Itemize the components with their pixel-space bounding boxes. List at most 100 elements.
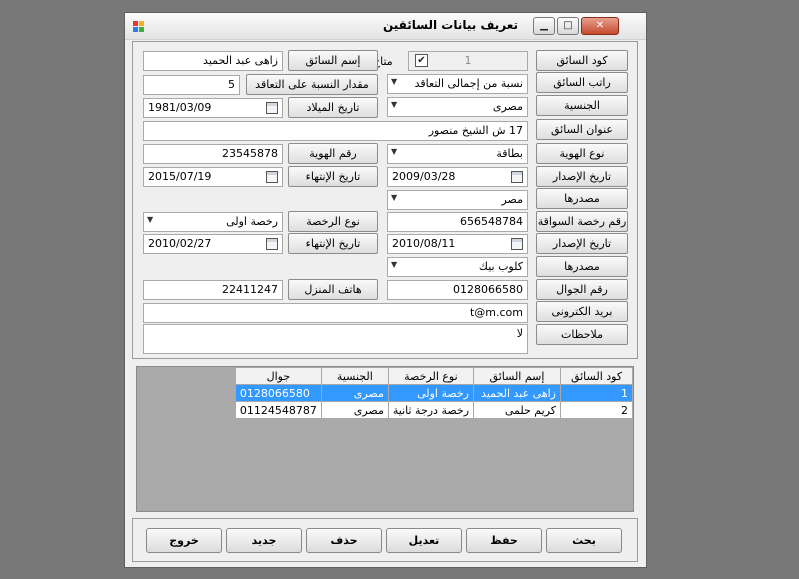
license-type-label: نوع الرخصة: [288, 211, 378, 232]
id-issue-date-picker[interactable]: 2009/03/28: [387, 167, 528, 187]
cell-license-type[interactable]: رخصة درجة ثانية: [387, 401, 475, 419]
license-expiry-date-value: 2010/02/27: [148, 237, 212, 250]
license-number-label: رقم رخصة السواقة: [536, 211, 628, 232]
nationality-label: الجنسية: [536, 95, 628, 116]
id-type-label: نوع الهوية: [536, 143, 628, 164]
driver-name-label: إسم السائق: [288, 50, 378, 71]
notes-field[interactable]: لا: [143, 324, 528, 354]
cell-license-type[interactable]: رخصة اولى: [387, 384, 475, 402]
salary-label: راتب السائق: [536, 72, 628, 93]
cell-nationality[interactable]: مصرى: [320, 384, 389, 402]
mobile-field[interactable]: 0128066580: [387, 280, 528, 300]
notes-label: ملاحظات: [536, 324, 628, 345]
salary-value: نسبة من إجمالى التعاقد: [414, 77, 523, 90]
license-source-combo[interactable]: كلوب بيك ▼: [387, 257, 528, 277]
cell-mobile[interactable]: 01124548787: [234, 401, 322, 419]
checkmark-icon: ✔: [417, 55, 426, 66]
calendar-icon[interactable]: [266, 171, 278, 183]
chevron-down-icon[interactable]: ▼: [391, 260, 397, 269]
exit-button[interactable]: خروج: [146, 528, 222, 553]
new-button[interactable]: جديد: [226, 528, 302, 553]
window-title: تعريف بيانات السائقين: [382, 18, 518, 32]
email-field[interactable]: t@m.com: [143, 303, 528, 323]
license-issue-date-label: تاريخ الإصدار: [536, 233, 628, 254]
id-expiry-date-label: تاريخ الإنتهاء: [288, 166, 378, 187]
calendar-icon[interactable]: [266, 102, 278, 114]
license-source-value: كلوب بيك: [478, 260, 523, 273]
cell-code[interactable]: 2: [560, 401, 633, 419]
edit-button[interactable]: تعديل: [386, 528, 462, 553]
driver-form-window: تعريف بيانات السائقين ▁ □ ✕ كود السائق 1…: [124, 12, 647, 568]
title-bar[interactable]: تعريف بيانات السائقين ▁ □ ✕: [125, 13, 646, 40]
cell-name[interactable]: زاهى عبد الحميد: [473, 384, 561, 402]
home-phone-label: هاتف المنزل: [288, 279, 378, 300]
mobile-label: رقم الجوال: [536, 279, 628, 300]
chevron-down-icon[interactable]: ▼: [391, 77, 397, 86]
close-icon: ✕: [595, 20, 605, 31]
column-header-mobile[interactable]: جوال: [234, 367, 322, 385]
license-expiry-date-picker[interactable]: 2010/02/27: [143, 234, 283, 254]
license-source-label: مصدرها: [536, 256, 628, 277]
id-type-combo[interactable]: بطاقة ▼: [387, 144, 528, 164]
id-issue-date-value: 2009/03/28: [392, 170, 456, 183]
contract-percentage-label: مقدار النسبة على التعاقد: [246, 74, 378, 95]
table-row[interactable]: 1 زاهى عبد الحميد رخصة اولى مصرى 0128066…: [234, 384, 633, 402]
license-type-value: رخصة اولى: [226, 215, 278, 228]
id-source-value: مصر: [501, 193, 523, 206]
chevron-down-icon[interactable]: ▼: [391, 147, 397, 156]
nationality-value: مصرى: [492, 100, 523, 113]
id-source-label: مصدرها: [536, 188, 628, 209]
delete-button[interactable]: حذف: [306, 528, 382, 553]
calendar-icon[interactable]: [511, 238, 523, 250]
cell-nationality[interactable]: مصرى: [320, 401, 389, 419]
license-number-field[interactable]: 656548784: [387, 212, 528, 232]
maximize-button[interactable]: □: [557, 17, 579, 35]
drivers-grid[interactable]: كود السائق إسم السائق نوع الرخصة الجنسية…: [136, 366, 634, 512]
close-button[interactable]: ✕: [581, 17, 619, 35]
cell-name[interactable]: كريم حلمى: [473, 401, 561, 419]
minimize-icon: ▁: [540, 20, 548, 31]
table-row[interactable]: 2 كريم حلمى رخصة درجة ثانية مصرى 0112454…: [234, 401, 633, 419]
id-expiry-date-picker[interactable]: 2015/07/19: [143, 167, 283, 187]
address-label: عنوان السائق: [536, 119, 628, 140]
license-issue-date-value: 2010/08/11: [392, 237, 456, 250]
chevron-down-icon[interactable]: ▼: [147, 215, 153, 224]
birth-date-label: تاريخ الميلاد: [288, 97, 378, 118]
license-issue-date-picker[interactable]: 2010/08/11: [387, 234, 528, 254]
drivers-table: كود السائق إسم السائق نوع الرخصة الجنسية…: [234, 367, 633, 419]
address-field[interactable]: 17 ش الشيخ منصور: [143, 121, 528, 141]
minimize-button[interactable]: ▁: [533, 17, 555, 35]
save-button[interactable]: حفظ: [466, 528, 542, 553]
available-checkbox[interactable]: ✔: [415, 54, 428, 67]
id-expiry-date-value: 2015/07/19: [148, 170, 212, 183]
cell-mobile[interactable]: 0128066580: [234, 384, 322, 402]
chevron-down-icon[interactable]: ▼: [391, 193, 397, 202]
id-issue-date-label: تاريخ الإصدار: [536, 166, 628, 187]
cell-code[interactable]: 1: [560, 384, 633, 402]
license-expiry-date-label: تاريخ الإنتهاء: [288, 233, 378, 254]
calendar-icon[interactable]: [266, 238, 278, 250]
calendar-icon[interactable]: [511, 171, 523, 183]
column-header-code[interactable]: كود السائق: [560, 367, 633, 385]
chevron-down-icon[interactable]: ▼: [391, 100, 397, 109]
column-header-name[interactable]: إسم السائق: [473, 367, 561, 385]
button-bar: بحث حفظ تعديل حذف جديد خروج: [132, 518, 638, 562]
license-type-combo[interactable]: رخصة اولى ▼: [143, 212, 283, 232]
table-header-row: كود السائق إسم السائق نوع الرخصة الجنسية…: [234, 367, 633, 385]
maximize-icon: □: [563, 20, 573, 31]
driver-code-label: كود السائق: [536, 50, 628, 71]
column-header-license-type[interactable]: نوع الرخصة: [387, 367, 475, 385]
id-number-field[interactable]: 23545878: [143, 144, 283, 164]
column-header-nationality[interactable]: الجنسية: [320, 367, 389, 385]
app-icon: [133, 21, 145, 33]
search-button[interactable]: بحث: [546, 528, 622, 553]
driver-name-field[interactable]: زاهى عبد الحميد: [143, 51, 283, 71]
birth-date-picker[interactable]: 1981/03/09: [143, 98, 283, 118]
email-label: بريد الكترونى: [536, 301, 628, 322]
salary-combo[interactable]: نسبة من إجمالى التعاقد ▼: [387, 74, 528, 94]
id-source-combo[interactable]: مصر ▼: [387, 190, 528, 210]
contract-percentage-field[interactable]: 5: [143, 75, 240, 95]
id-number-label: رقم الهوية: [288, 143, 378, 164]
home-phone-field[interactable]: 22411247: [143, 280, 283, 300]
nationality-combo[interactable]: مصرى ▼: [387, 97, 528, 117]
